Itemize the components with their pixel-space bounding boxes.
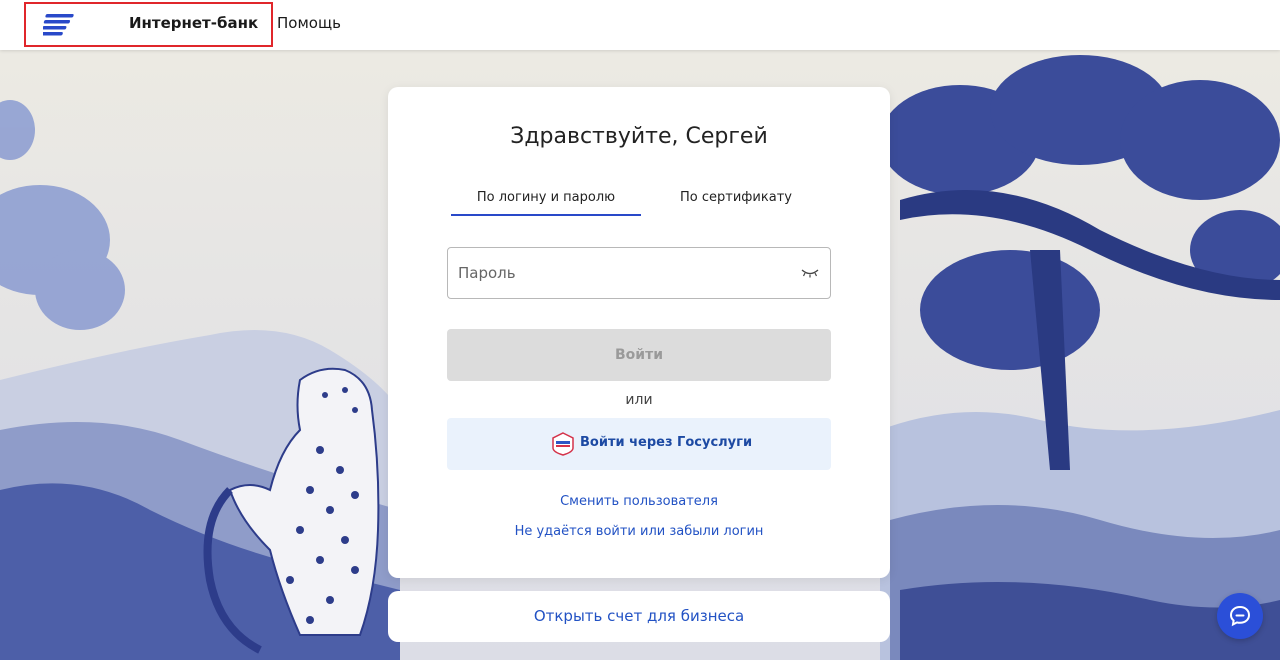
password-field[interactable] — [447, 247, 831, 299]
eye-closed-icon[interactable] — [801, 268, 819, 278]
app-title[interactable]: Интернет-банк — [129, 14, 258, 32]
help-link[interactable]: Помощь — [277, 14, 341, 32]
gosuslugi-icon — [552, 432, 574, 456]
login-button[interactable]: Войти — [447, 329, 831, 381]
active-tab-indicator — [451, 214, 641, 216]
forgot-login-link[interactable]: Не удаётся войти или забыли логин — [388, 524, 890, 539]
switch-user-link[interactable]: Сменить пользователя — [388, 494, 890, 509]
chat-button[interactable] — [1217, 593, 1263, 639]
gosuslugi-button[interactable]: Войти через Госуслуги — [447, 418, 831, 470]
password-input[interactable] — [458, 262, 788, 284]
greeting-heading: Здравствуйте, Сергей — [510, 124, 768, 149]
tab-login-password[interactable]: По логину и паролю — [451, 190, 641, 205]
top-header: Интернет-банк Помощь — [0, 0, 1280, 50]
chat-icon — [1229, 605, 1251, 627]
gosuslugi-label: Войти через Госуслуги — [580, 435, 753, 450]
open-business-account-button[interactable]: Открыть счет для бизнеса — [388, 591, 890, 642]
tab-certificate[interactable]: По сертификату — [641, 190, 831, 205]
or-divider-text: или — [625, 392, 653, 408]
bank-logo-icon[interactable] — [43, 14, 75, 36]
login-card: Здравствуйте, Сергей По логину и паролю … — [388, 87, 890, 578]
